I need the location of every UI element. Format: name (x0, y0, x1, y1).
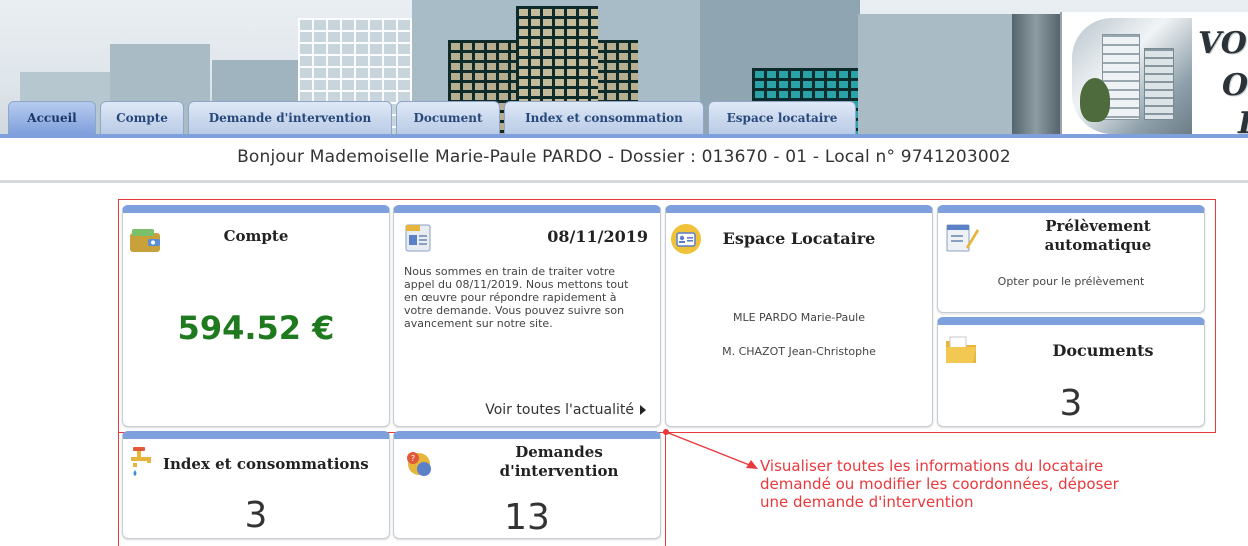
main-nav-tabs: Accueil Compte Demande d'intervention Do… (8, 101, 856, 134)
tenant-name-1: MLE PARDO Marie-Paule (732, 311, 865, 324)
news-text: Nous sommes en train de traiter votre ap… (404, 265, 629, 330)
tab-compte[interactable]: Compte (100, 101, 184, 134)
tile-actualite[interactable]: 08/11/2019 Nous sommes en train de trait… (393, 205, 661, 427)
greeting-text: Bonjour Mademoiselle Marie-Paule PARDO -… (237, 147, 1011, 167)
header-banner: VOT O I Accueil Compte Demande d'interve… (0, 0, 1248, 137)
folder-icon (946, 336, 976, 363)
index-count: 3 (244, 495, 268, 536)
newspaper-icon (405, 224, 431, 252)
annotation-arrow (663, 429, 758, 469)
news-all-link[interactable]: Voir toutes l'actualité (485, 402, 646, 418)
tile-demandes-title: Demandes d'intervention (499, 443, 619, 480)
building-illustration (1012, 14, 1060, 137)
tile-espace-title: Espace Locataire (722, 229, 876, 248)
tab-espace-locataire[interactable]: Espace locataire (708, 101, 856, 134)
logo-text-line-1: VOT (1198, 26, 1248, 61)
news-all-link-label: Voir toutes l'actualité (485, 402, 634, 418)
svg-text:?: ? (411, 454, 415, 463)
divider (0, 180, 1248, 183)
tile-demandes-intervention[interactable]: ? Demandes d'intervention 13 (393, 431, 661, 539)
tenant-name-2: M. CHAZOT Jean-Christophe (722, 345, 876, 358)
logo-text-line-3: I (1238, 106, 1248, 137)
tile-documents[interactable]: Documents 3 (937, 317, 1205, 427)
tile-compte[interactable]: Compte 594.52 € (122, 205, 390, 427)
prelevement-opt-link[interactable]: Opter pour le prélèvement (938, 275, 1204, 288)
faucet-icon (131, 447, 151, 476)
annotation-text: Visualiser toutes les informations du lo… (760, 457, 1119, 511)
notepad-icon (946, 224, 979, 252)
brand-logo: VOT O I (1060, 12, 1248, 137)
tile-compte-title: Compte (223, 227, 289, 245)
tile-documents-title: Documents (1052, 341, 1154, 360)
tab-demande-intervention[interactable]: Demande d'intervention (188, 101, 392, 134)
logo-text-line-2: O (1222, 68, 1248, 103)
building-illustration (858, 14, 1014, 137)
tab-index-consommation[interactable]: Index et consommation (504, 101, 704, 134)
tile-index-title: Index et consommations (163, 455, 369, 473)
news-date: 08/11/2019 (547, 227, 648, 246)
tab-accueil[interactable]: Accueil (8, 101, 96, 134)
support-icon: ? (407, 452, 431, 476)
tab-document[interactable]: Document (396, 101, 500, 134)
tile-espace-locataire[interactable]: Espace Locataire MLE PARDO Marie-Paule M… (665, 205, 933, 427)
documents-count: 3 (1059, 383, 1083, 424)
demandes-count: 13 (504, 497, 550, 538)
tile-prelevement-title: Prélèvement automatique (1044, 217, 1152, 254)
logo-photo (1072, 18, 1192, 134)
tile-index-consommations[interactable]: Index et consommations 3 (122, 431, 390, 539)
account-balance: 594.52 € (177, 309, 335, 347)
tile-prelevement[interactable]: Prélèvement automatique Opter pour le pr… (937, 205, 1205, 313)
tab-bar-underline (0, 134, 1248, 138)
arrow-right-icon (640, 405, 646, 415)
